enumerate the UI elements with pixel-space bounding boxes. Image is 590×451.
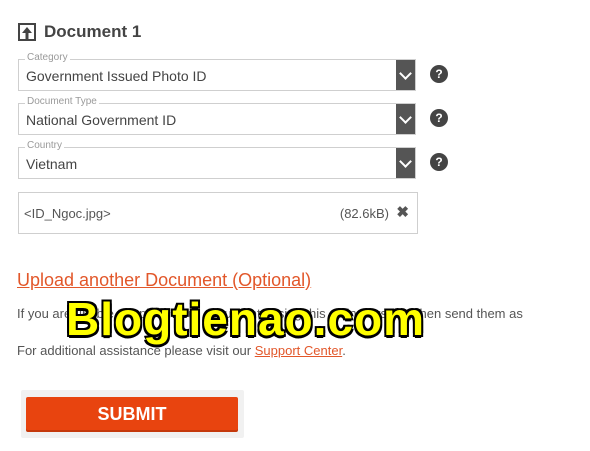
country-label: Country xyxy=(25,140,65,152)
category-help-icon[interactable]: ? xyxy=(430,65,448,83)
document-type-help-icon[interactable]: ? xyxy=(430,109,448,127)
category-select[interactable]: Category Government Issued Photo ID xyxy=(18,52,416,91)
country-value: Vietnam xyxy=(26,156,78,172)
file-size: (82.6kB) xyxy=(339,206,389,221)
document-type-value: National Government ID xyxy=(26,112,177,128)
submit-container: SUBMIT xyxy=(21,390,244,438)
document-type-select[interactable]: Document Type National Government ID xyxy=(18,96,416,135)
remove-file-icon[interactable]: ✖ xyxy=(396,203,409,221)
chevron-down-icon xyxy=(399,66,412,80)
document-type-dropdown-button[interactable] xyxy=(396,104,415,134)
country-select[interactable]: Country Vietnam xyxy=(18,140,416,179)
upload-icon xyxy=(18,23,36,41)
country-dropdown-button[interactable] xyxy=(396,148,415,178)
document-header: Document 1 xyxy=(18,20,141,44)
chevron-down-icon xyxy=(399,110,412,124)
document-type-label: Document Type xyxy=(25,96,99,108)
category-value: Government Issued Photo ID xyxy=(26,68,207,84)
category-label: Category xyxy=(25,52,70,64)
watermark: Blogtienao.com xyxy=(66,293,426,345)
country-help-icon[interactable]: ? xyxy=(430,153,448,171)
document-title: Document 1 xyxy=(44,22,142,41)
category-dropdown-button[interactable] xyxy=(396,60,415,90)
uploaded-file: <ID_Ngoc.jpg> (82.6kB) ✖ xyxy=(18,192,418,234)
submit-button[interactable]: SUBMIT xyxy=(26,397,238,432)
file-name: <ID_Ngoc.jpg> xyxy=(24,206,111,221)
chevron-down-icon xyxy=(399,154,412,168)
upload-another-document-link[interactable]: Upload another Document (Optional) xyxy=(17,270,311,291)
